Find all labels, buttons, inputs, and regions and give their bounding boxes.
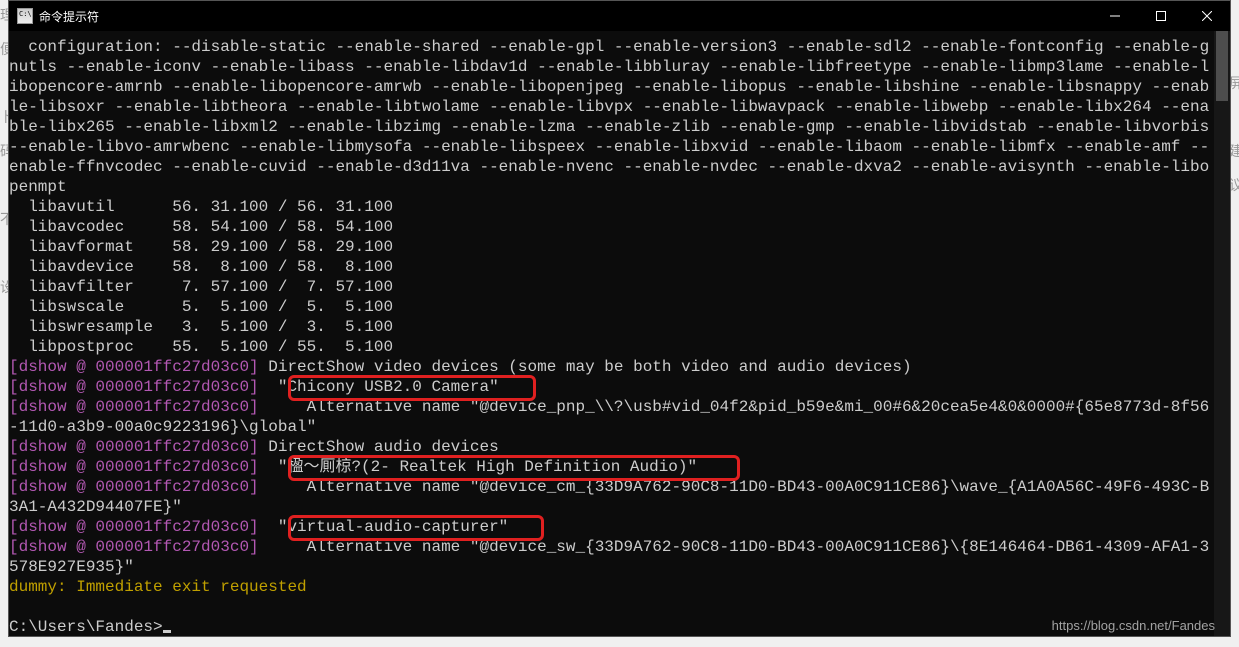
lib-line: libavfilter 7. 57.100 / 7. 57.100 xyxy=(9,278,393,296)
dshow-tag: [dshow @ 000001ffc27d03c0] xyxy=(9,458,259,476)
dshow-tag: [dshow @ 000001ffc27d03c0] xyxy=(9,478,259,496)
vertical-scrollbar[interactable] xyxy=(1214,31,1230,636)
scrollbar-thumb[interactable] xyxy=(1216,31,1228,101)
close-icon xyxy=(1202,11,1212,21)
cmd-icon xyxy=(17,8,33,24)
titlebar[interactable]: 命令提示符 xyxy=(9,1,1230,31)
dshow-tag: [dshow @ 000001ffc27d03c0] xyxy=(9,358,259,376)
terminal-client-area: configuration: --disable-static --enable… xyxy=(9,31,1230,636)
lib-line: libavdevice 58. 8.100 / 58. 8.100 xyxy=(9,258,393,276)
maximize-icon xyxy=(1156,11,1166,21)
maximize-button[interactable] xyxy=(1138,1,1184,31)
dshow-video-header-note: (some may be both video and audio device… xyxy=(508,358,911,376)
lib-line: libswresample 3. 5.100 / 3. 5.100 xyxy=(9,318,393,336)
minimize-icon xyxy=(1110,11,1120,21)
lib-line: libswscale 5. 5.100 / 5. 5.100 xyxy=(9,298,393,316)
minimize-button[interactable] xyxy=(1092,1,1138,31)
dummy-exit-line: dummy: Immediate exit requested xyxy=(9,578,307,596)
dshow-tag: [dshow @ 000001ffc27d03c0] xyxy=(9,518,259,536)
dshow-alt-label: Alternative name xyxy=(259,478,470,496)
lib-line: libavcodec 58. 54.100 / 58. 54.100 xyxy=(9,218,393,236)
dshow-alt-label: Alternative name xyxy=(259,538,470,556)
lib-line: libavformat 58. 29.100 / 58. 29.100 xyxy=(9,238,393,256)
dshow-video-header: DirectShow video devices xyxy=(259,358,509,376)
close-button[interactable] xyxy=(1184,1,1230,31)
cursor xyxy=(163,630,171,633)
dshow-audio-header: DirectShow audio devices xyxy=(259,438,499,456)
dshow-audio-device: "楹〜厠椋?(2- Realtek High Definition Audio)… xyxy=(259,458,697,476)
dshow-video-device: "Chicony USB2.0 Camera" xyxy=(259,378,499,396)
window-title: 命令提示符 xyxy=(39,8,99,25)
dshow-vac-device: "virtual-audio-capturer" xyxy=(259,518,509,536)
cmd-window: 命令提示符 configuration: --disable-static --… xyxy=(8,0,1231,637)
dshow-tag: [dshow @ 000001ffc27d03c0] xyxy=(9,538,259,556)
config-line: configuration: --disable-static --enable… xyxy=(9,38,1219,196)
lib-line: libpostproc 55. 5.100 / 55. 5.100 xyxy=(9,338,393,356)
terminal-output[interactable]: configuration: --disable-static --enable… xyxy=(9,37,1214,636)
dshow-tag: [dshow @ 000001ffc27d03c0] xyxy=(9,378,259,396)
lib-line: libavutil 56. 31.100 / 56. 31.100 xyxy=(9,198,393,216)
dshow-tag: [dshow @ 000001ffc27d03c0] xyxy=(9,438,259,456)
dshow-tag: [dshow @ 000001ffc27d03c0] xyxy=(9,398,259,416)
dshow-alt-label: Alternative name xyxy=(259,398,470,416)
prompt: C:\Users\Fandes> xyxy=(9,618,163,636)
